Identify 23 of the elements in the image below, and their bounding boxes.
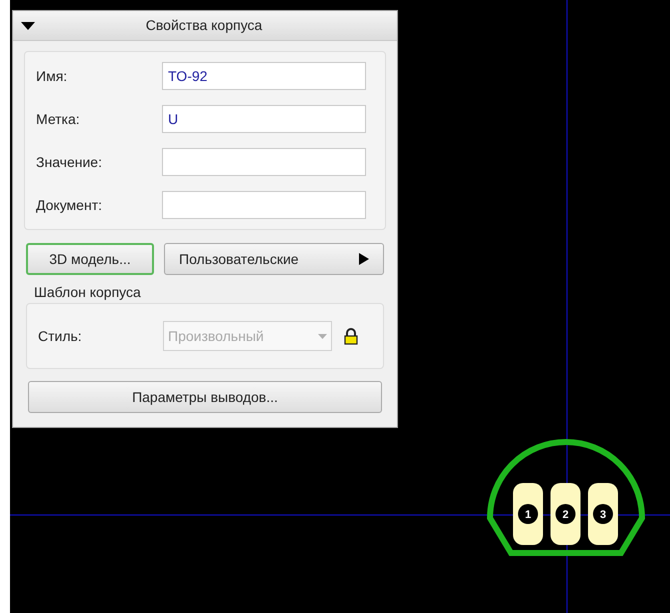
panel-header[interactable]: Свойства корпуса	[13, 11, 397, 41]
input-field[interactable]: TO-92	[162, 62, 366, 90]
input-field[interactable]: U	[162, 105, 366, 133]
dropdown-arrow-icon	[318, 334, 327, 338]
input-field[interactable]	[162, 148, 366, 176]
field-label: Документ:	[36, 196, 103, 215]
style-label: Стиль:	[38, 326, 83, 346]
pad-number: 3	[600, 509, 606, 521]
field-label: Значение:	[36, 152, 103, 172]
field-label: Имя:	[36, 66, 68, 86]
pad-number: 1	[524, 509, 532, 521]
submenu-button[interactable]: Пользовательские	[164, 243, 384, 275]
group-title: Шаблон корпуса	[34, 283, 142, 301]
model-button[interactable]: 3D модель...	[26, 243, 154, 275]
input-field[interactable]	[162, 191, 366, 219]
pad-hole	[556, 504, 576, 524]
pad-hole	[518, 504, 538, 524]
field-label: Метка:	[36, 110, 81, 128]
panel-title: Свойства корпуса	[144, 16, 264, 35]
pin-parameters-button[interactable]: Параметры выводов...	[28, 381, 382, 413]
collapse-icon[interactable]	[21, 20, 35, 30]
pad-number: 2	[562, 509, 569, 521]
pad-hole	[593, 504, 613, 524]
